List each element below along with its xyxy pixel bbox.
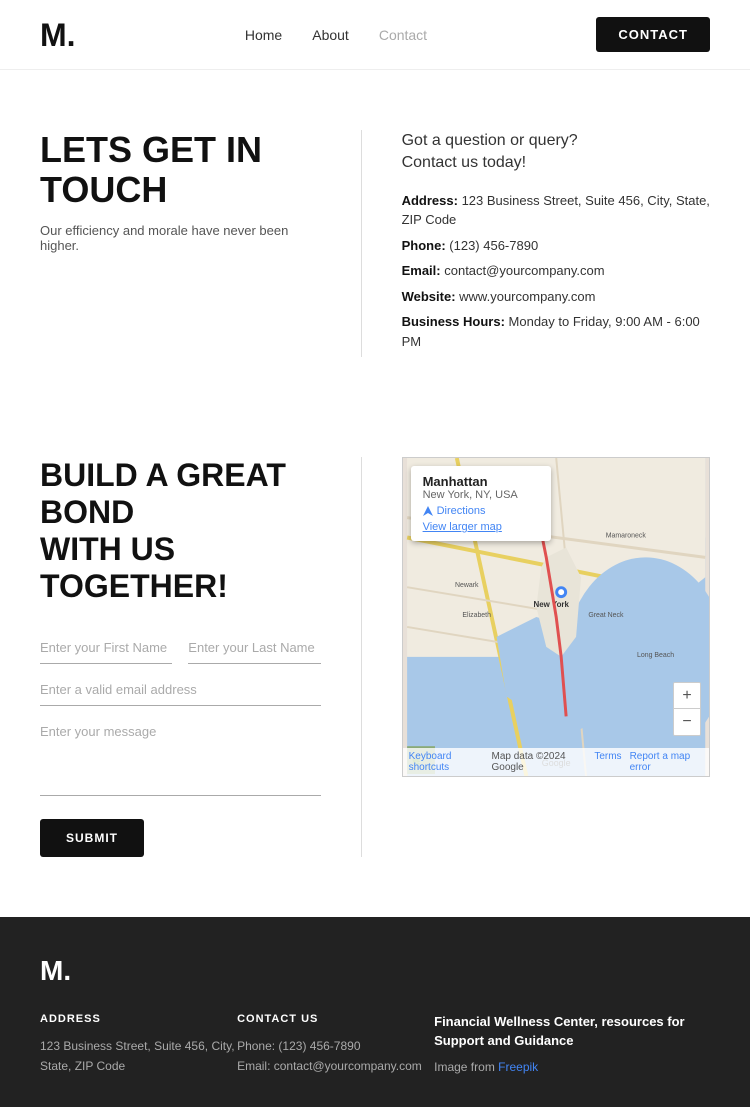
contact-info-block: Address: 123 Business Street, Suite 456,…	[402, 191, 710, 352]
footer-address-title: ADDRESS	[40, 1013, 237, 1025]
footer-address-col: ADDRESS 123 Business Street, Suite 456, …	[40, 1013, 237, 1077]
hero-subtitle: Our efficiency and morale have never bee…	[40, 223, 321, 253]
nav-links: Home About Contact	[245, 27, 427, 43]
map-controls: + −	[673, 682, 701, 736]
freepik-link[interactable]: Freepik	[498, 1060, 538, 1074]
contact-form: SUBMIT	[40, 632, 321, 857]
terms-link[interactable]: Terms	[594, 751, 621, 773]
footer-address-text: 123 Business Street, Suite 456, City, St…	[40, 1037, 237, 1075]
directions-icon	[423, 506, 433, 516]
lastname-input[interactable]	[188, 632, 320, 664]
map-place-name: Manhattan	[423, 474, 539, 489]
map-container: New York Newark Mamaroneck Bloomfield El…	[402, 457, 710, 777]
logo: M.	[40, 19, 76, 51]
svg-text:Mamaroneck: Mamaroneck	[605, 533, 646, 540]
footer-contact-email: Email: contact@yourcompany.com	[237, 1057, 434, 1076]
email-input[interactable]	[40, 674, 321, 706]
name-row	[40, 632, 321, 664]
hours-line: Business Hours: Monday to Friday, 9:00 A…	[402, 312, 710, 351]
footer-contact-title: CONTACT US	[237, 1013, 434, 1025]
firstname-input[interactable]	[40, 632, 172, 664]
hero-right: Got a question or query? Contact us toda…	[362, 130, 710, 357]
footer-contact-phone: Phone: (123) 456-7890	[237, 1037, 434, 1056]
nav-home[interactable]: Home	[245, 27, 282, 43]
map-directions[interactable]: Directions	[423, 505, 539, 517]
hero-left: LETS GET IN TOUCH Our efficiency and mor…	[40, 130, 362, 357]
svg-text:Newark: Newark	[455, 582, 479, 589]
navbar: M. Home About Contact CONTACT	[0, 0, 750, 70]
address-line: Address: 123 Business Street, Suite 456,…	[402, 191, 710, 230]
map-popup: Manhattan New York, NY, USA Directions V…	[411, 466, 551, 541]
hero-section: LETS GET IN TOUCH Our efficiency and mor…	[0, 70, 750, 417]
view-larger-map[interactable]: View larger map	[423, 521, 539, 533]
submit-button[interactable]: SUBMIT	[40, 819, 144, 857]
build-section: BUILD A GREAT BOND WITH US TOGETHER! SUB…	[0, 417, 750, 917]
footer-contact-col: CONTACT US Phone: (123) 456-7890 Email: …	[237, 1013, 434, 1077]
footer: M. ADDRESS 123 Business Street, Suite 45…	[0, 917, 750, 1107]
footer-logo: M.	[40, 957, 710, 985]
report-link[interactable]: Report a map error	[630, 751, 703, 773]
phone-line: Phone: (123) 456-7890	[402, 236, 710, 256]
zoom-out-button[interactable]: −	[674, 709, 700, 735]
email-line: Email: contact@yourcompany.com	[402, 261, 710, 281]
svg-text:Great Neck: Great Neck	[588, 612, 624, 619]
message-input[interactable]	[40, 716, 321, 796]
website-line: Website: www.yourcompany.com	[402, 287, 710, 307]
build-left: BUILD A GREAT BOND WITH US TOGETHER! SUB…	[40, 457, 362, 857]
nav-about[interactable]: About	[312, 27, 349, 43]
svg-text:Elizabeth: Elizabeth	[462, 612, 491, 619]
footer-wellness-col: Financial Wellness Center, resources for…	[434, 1013, 710, 1077]
nav-contact-button[interactable]: CONTACT	[596, 17, 710, 52]
footer-columns: ADDRESS 123 Business Street, Suite 456, …	[40, 1013, 710, 1077]
map-data-label: Map data ©2024 Google	[491, 751, 586, 773]
hero-title: LETS GET IN TOUCH	[40, 130, 321, 209]
map-footer: Keyboard shortcuts Map data ©2024 Google…	[403, 748, 709, 776]
build-title: BUILD A GREAT BOND WITH US TOGETHER!	[40, 457, 321, 604]
svg-text:Long Beach: Long Beach	[637, 652, 674, 659]
nav-contact[interactable]: Contact	[379, 27, 427, 43]
svg-text:New York: New York	[533, 600, 569, 609]
map-place-sub: New York, NY, USA	[423, 489, 539, 501]
contact-question: Got a question or query? Contact us toda…	[402, 130, 710, 175]
zoom-in-button[interactable]: +	[674, 683, 700, 709]
build-right: New York Newark Mamaroneck Bloomfield El…	[362, 457, 710, 857]
footer-wellness-title: Financial Wellness Center, resources for…	[434, 1013, 710, 1049]
keyboard-shortcuts-link[interactable]: Keyboard shortcuts	[409, 751, 484, 773]
footer-image-credit: Image from Freepik	[434, 1058, 710, 1077]
